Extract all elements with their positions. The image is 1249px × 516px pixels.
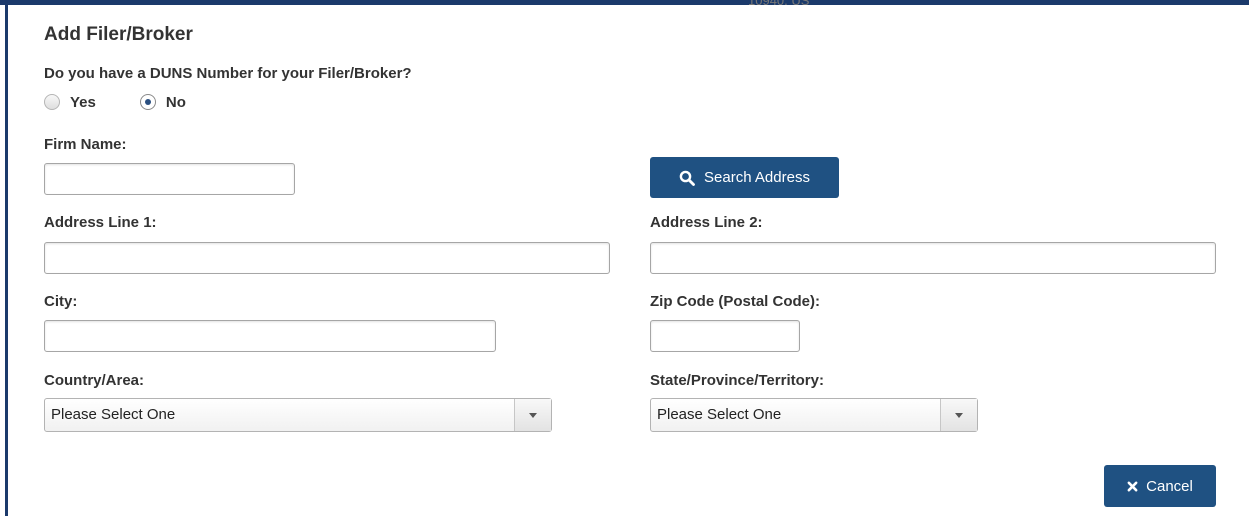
state-province-select[interactable]: Please Select One xyxy=(650,398,978,432)
state-dropdown-toggle[interactable] xyxy=(940,399,977,431)
address-line-1-input[interactable] xyxy=(44,242,610,274)
duns-no-label[interactable]: No xyxy=(166,94,186,111)
state-province-selected-value: Please Select One xyxy=(657,406,782,423)
country-area-selected-value: Please Select One xyxy=(51,406,176,423)
address-line-2-input[interactable] xyxy=(650,242,1216,274)
duns-radio-group: Yes No xyxy=(44,91,186,113)
country-area-label: Country/Area: xyxy=(44,372,145,389)
firm-name-input[interactable] xyxy=(44,163,295,195)
cancel-label: Cancel xyxy=(1146,477,1193,495)
search-address-label: Search Address xyxy=(704,169,810,186)
country-dropdown-toggle[interactable] xyxy=(514,399,551,431)
state-province-label: State/Province/Territory: xyxy=(650,372,824,389)
city-label: City: xyxy=(44,293,78,310)
zip-code-label: Zip Code (Postal Code): xyxy=(650,293,820,310)
duns-yes-label[interactable]: Yes xyxy=(70,94,96,111)
caret-down-icon xyxy=(529,412,537,418)
close-icon xyxy=(1127,481,1138,491)
duns-question-label: Do you have a DUNS Number for your Filer… xyxy=(44,65,412,82)
cancel-button[interactable]: Cancel xyxy=(1104,465,1216,507)
duns-yes-radio[interactable] xyxy=(44,94,60,110)
dialog-title: Add Filer/Broker xyxy=(44,24,193,45)
zip-code-input[interactable] xyxy=(650,320,800,352)
address-line-2-label: Address Line 2: xyxy=(650,214,763,231)
city-input[interactable] xyxy=(44,320,496,352)
address-line-1-label: Address Line 1: xyxy=(44,214,157,231)
caret-down-icon xyxy=(955,412,963,418)
search-icon xyxy=(679,170,695,186)
firm-name-label: Firm Name: xyxy=(44,136,127,153)
country-area-select[interactable]: Please Select One xyxy=(44,398,552,432)
search-address-button[interactable]: Search Address xyxy=(650,157,839,198)
duns-no-radio[interactable] xyxy=(139,94,156,110)
